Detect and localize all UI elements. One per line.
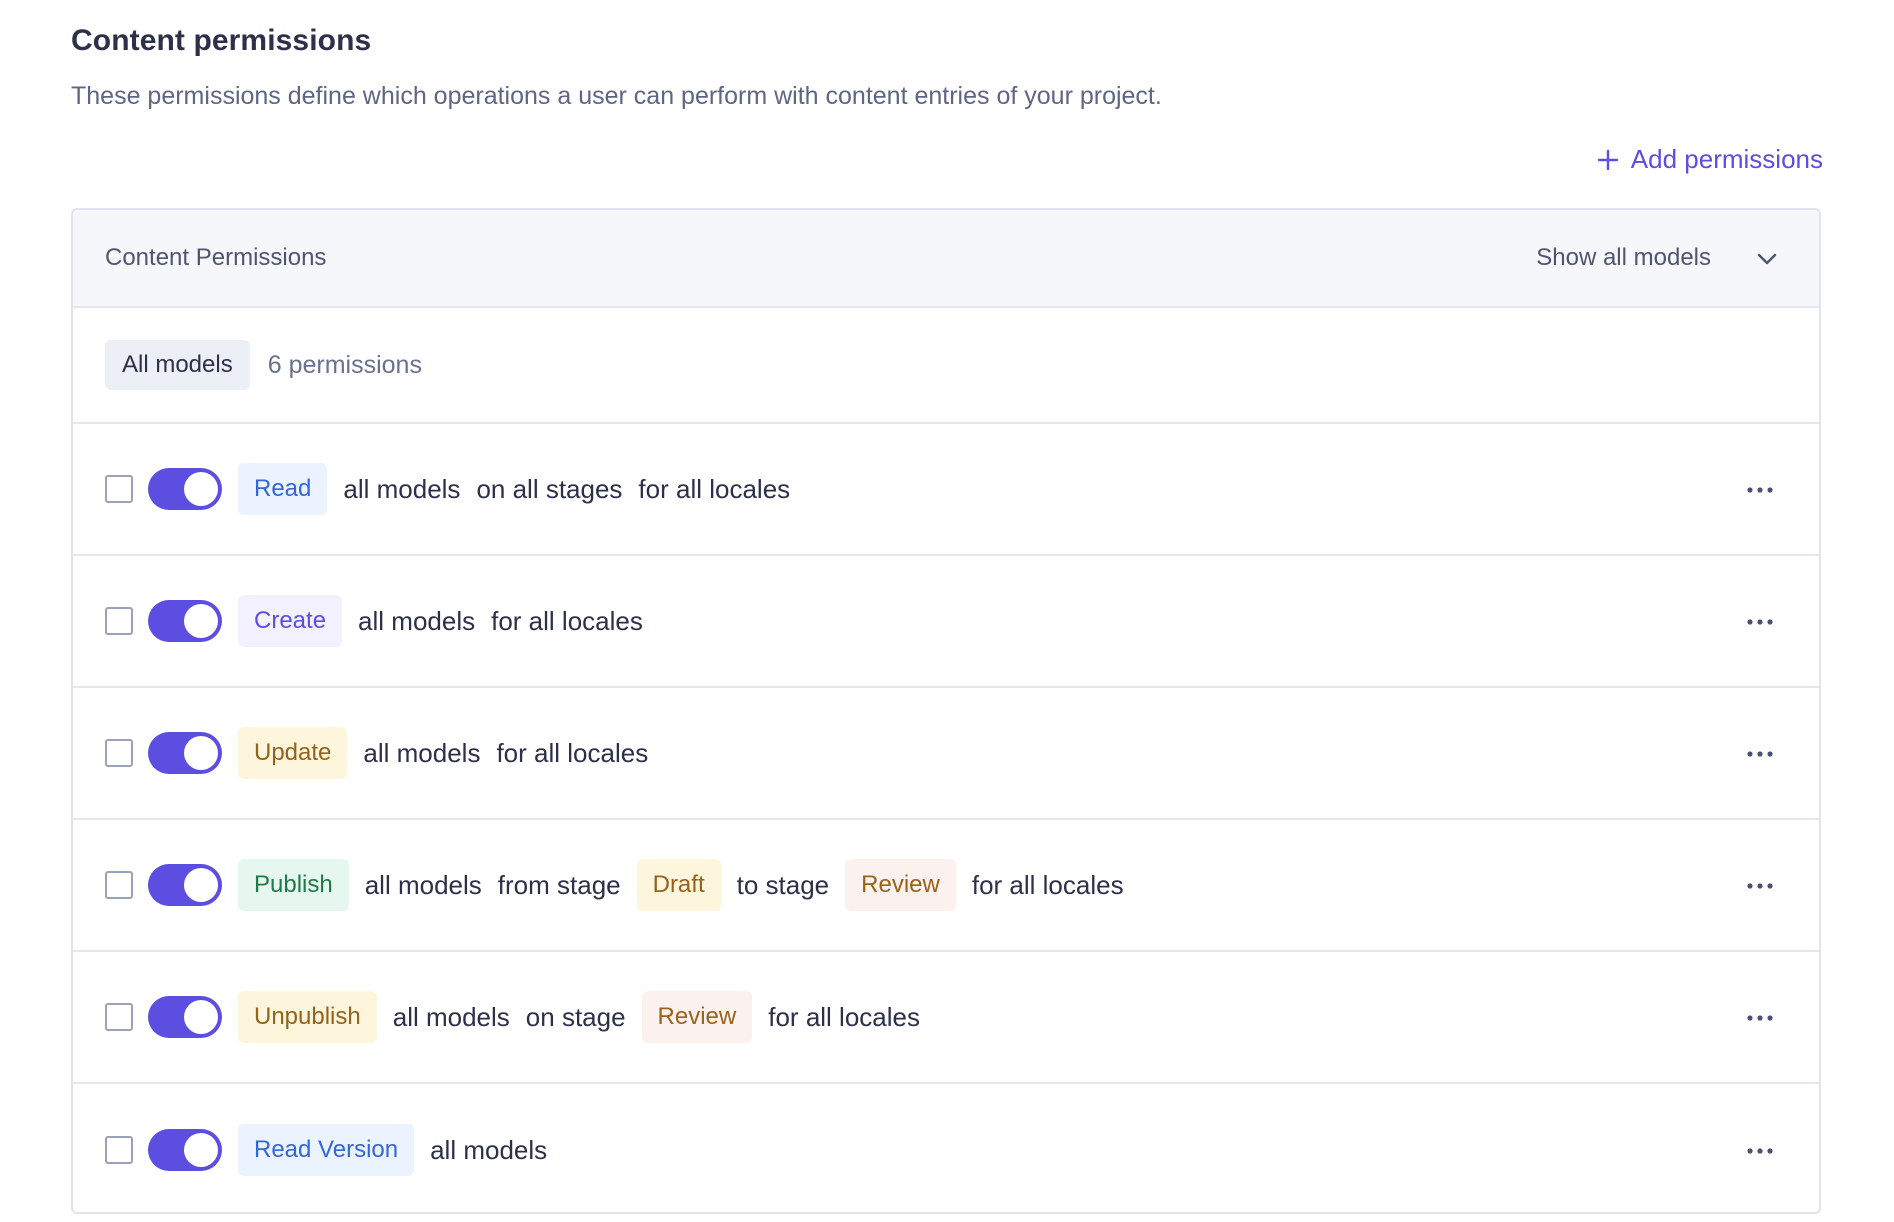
section-title: Content permissions [71, 24, 372, 57]
locale-text: for all locales [491, 605, 643, 636]
locale-text: for all locales [768, 1001, 920, 1032]
toggle-knob [184, 868, 218, 902]
toggle-knob [184, 472, 218, 506]
stage-text: on all stages [476, 473, 623, 504]
more-horizontal-icon[interactable] [1747, 1141, 1773, 1159]
more-horizontal-icon[interactable] [1747, 1008, 1773, 1026]
stage-badge: Review [641, 991, 753, 1043]
row-checkbox[interactable] [105, 1136, 133, 1164]
model-filter-label: Show all models [1536, 244, 1711, 271]
add-permissions-label: Add permissions [1630, 144, 1823, 174]
row-checkbox[interactable] [105, 475, 133, 503]
panel-header-title: Content Permissions [105, 244, 327, 271]
toggle-knob [184, 736, 218, 770]
permission-row: Publish all models from stage Draft to s… [73, 820, 1819, 952]
row-checkbox[interactable] [105, 607, 133, 635]
permission-row: Read all models on all stages for all lo… [73, 424, 1819, 556]
stage-badge: Review [845, 859, 956, 911]
locale-text: for all locales [638, 473, 791, 504]
chevron-down-icon [1757, 244, 1777, 272]
action-badge: Read [238, 463, 328, 515]
permission-toggle[interactable] [148, 864, 222, 906]
permission-row: Update all models for all locales [73, 688, 1819, 820]
row-checkbox[interactable] [105, 1003, 133, 1031]
permission-row: Read Version all models [73, 1084, 1819, 1212]
permission-toggle[interactable] [148, 732, 222, 774]
permission-toggle[interactable] [148, 996, 222, 1038]
stage-badge: Draft [636, 859, 721, 911]
add-permissions-button[interactable]: Add permissions [1597, 144, 1823, 175]
permissions-panel: Content Permissions Show all models All … [71, 208, 1821, 1214]
action-badge: Update [238, 727, 348, 779]
from-stage-text: from stage [497, 869, 621, 900]
model-text: all models [358, 605, 476, 636]
permission-count: 6 permissions [267, 350, 422, 379]
more-horizontal-icon[interactable] [1747, 612, 1773, 630]
model-text: all models [430, 1134, 548, 1165]
more-horizontal-icon[interactable] [1747, 876, 1773, 894]
more-horizontal-icon[interactable] [1747, 480, 1773, 498]
model-filter-dropdown[interactable]: Show all models [1536, 210, 1777, 306]
action-badge: Unpublish [238, 991, 377, 1043]
permission-row: Unpublish all models on stage Review for… [73, 952, 1819, 1084]
to-stage-text: to stage [736, 869, 830, 900]
toggle-knob [184, 1133, 218, 1167]
panel-header: Content Permissions Show all models [73, 210, 1819, 308]
permission-toggle[interactable] [148, 600, 222, 642]
model-text: all models [343, 473, 461, 504]
model-group-chip: All models [105, 340, 250, 390]
more-horizontal-icon[interactable] [1747, 744, 1773, 762]
toggle-knob [184, 604, 218, 638]
section-description: These permissions define which operation… [71, 82, 1162, 110]
row-checkbox[interactable] [105, 871, 133, 899]
permission-toggle[interactable] [148, 468, 222, 510]
locale-text: for all locales [496, 737, 649, 768]
plus-icon [1597, 149, 1619, 171]
model-text: all models [364, 869, 482, 900]
locale-text: for all locales [971, 869, 1124, 900]
action-badge: Read Version [238, 1124, 415, 1176]
permission-row: Create all models for all locales [73, 556, 1819, 688]
action-badge: Publish [238, 859, 349, 911]
stage-text: on stage [525, 1001, 626, 1032]
action-badge: Create [238, 595, 343, 647]
model-group-header: All models 6 permissions [73, 308, 1819, 424]
model-text: all models [392, 1001, 510, 1032]
model-text: all models [363, 737, 481, 768]
permission-toggle[interactable] [148, 1129, 222, 1171]
row-checkbox[interactable] [105, 739, 133, 767]
toggle-knob [184, 1000, 218, 1034]
